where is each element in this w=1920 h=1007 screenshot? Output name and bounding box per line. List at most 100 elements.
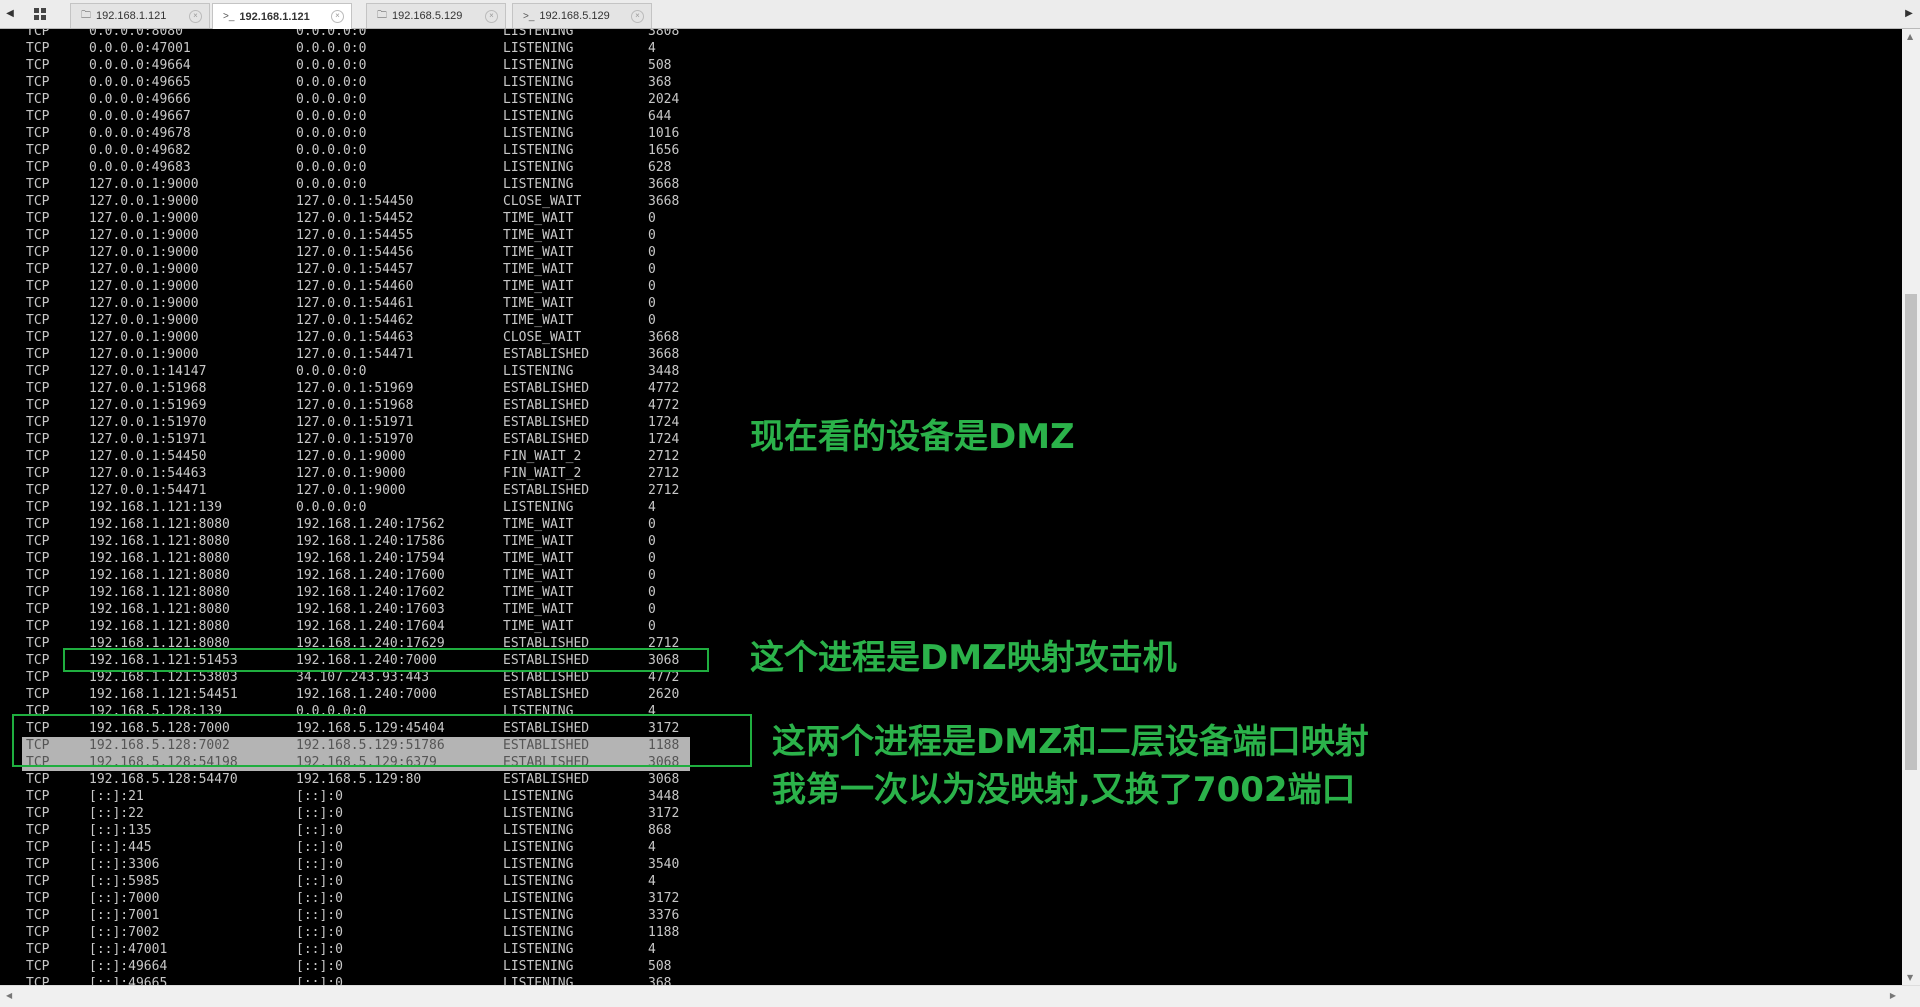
terminal-output[interactable]: TCP 0.0.0.0:8080 0.0.0.0:0 LISTENING 3808 TCP… (0, 29, 1902, 985)
proto-cell: TCP (26, 228, 50, 243)
foreign-address-cell: [::]:0 (296, 908, 343, 923)
proto-cell: TCP (26, 670, 50, 685)
vertical-scrollbar[interactable]: ▲ ▼ (1902, 29, 1920, 985)
proto-cell: TCP (26, 687, 50, 702)
state-cell: LISTENING (503, 500, 574, 515)
state-cell: TIME_WAIT (503, 619, 574, 634)
pid-cell: 4772 (648, 381, 680, 396)
state-cell: ESTABLISHED (503, 483, 590, 498)
foreign-address-cell: [::]:0 (296, 806, 343, 821)
close-icon[interactable]: × (331, 10, 344, 23)
scroll-left-icon[interactable]: ◀ (6, 991, 12, 1000)
scroll-tabs-left-icon[interactable]: ◀ (3, 6, 17, 22)
proto-cell: TCP (26, 891, 50, 906)
state-cell: LISTENING (503, 143, 574, 158)
foreign-address-cell: 127.0.0.1:54456 (296, 245, 414, 260)
local-address-cell: 127.0.0.1:51969 (89, 398, 207, 413)
foreign-address-cell: 192.168.1.240:17562 (296, 517, 445, 532)
foreign-address-cell: 127.0.0.1:51971 (296, 415, 414, 430)
local-address-cell: 127.0.0.1:9000 (89, 262, 199, 277)
proto-cell: TCP (26, 398, 50, 413)
pid-cell: 3668 (648, 194, 680, 209)
proto-cell: TCP (26, 823, 50, 838)
close-icon[interactable]: × (631, 10, 644, 23)
tab-overview-button[interactable] (20, 3, 60, 25)
proto-cell: TCP (26, 517, 50, 532)
scroll-down-icon[interactable]: ▼ (1907, 973, 1913, 982)
pid-cell: 1656 (648, 143, 680, 158)
proto-cell: TCP (26, 449, 50, 464)
foreign-address-cell: [::]:0 (296, 823, 343, 838)
local-address-cell: [::]:49665 (89, 976, 168, 985)
folder-icon: 🗀 (81, 9, 91, 21)
foreign-address-cell: 192.168.1.240:7000 (296, 687, 437, 702)
foreign-address-cell: 192.168.1.240:17586 (296, 534, 445, 549)
local-address-cell: 127.0.0.1:54471 (89, 483, 207, 498)
state-cell: TIME_WAIT (503, 262, 574, 277)
foreign-address-cell: [::]:0 (296, 789, 343, 804)
proto-cell: TCP (26, 245, 50, 260)
local-address-cell: [::]:22 (89, 806, 144, 821)
highlight-box-port-mapping (12, 714, 752, 767)
pid-cell: 4772 (648, 398, 680, 413)
tab-192-168-1-121-terminal[interactable]: >_ 192.168.1.121 × (212, 3, 352, 29)
local-address-cell: 127.0.0.1:9000 (89, 177, 199, 192)
horizontal-scrollbar[interactable]: ◀ ▶ (0, 985, 1920, 1007)
proto-cell: TCP (26, 653, 50, 668)
proto-cell: TCP (26, 313, 50, 328)
foreign-address-cell: 127.0.0.1:54463 (296, 330, 414, 345)
local-address-cell: 0.0.0.0:49664 (89, 58, 191, 73)
foreign-address-cell: 0.0.0.0:0 (296, 29, 367, 39)
local-address-cell: [::]:21 (89, 789, 144, 804)
proto-cell: TCP (26, 483, 50, 498)
state-cell: TIME_WAIT (503, 585, 574, 600)
proto-cell: TCP (26, 160, 50, 175)
pid-cell: 3540 (648, 857, 680, 872)
scroll-up-icon[interactable]: ▲ (1907, 32, 1913, 41)
scroll-tabs-right-icon[interactable]: ▶ (1902, 6, 1916, 22)
tab-192-168-5-129-terminal[interactable]: >_ 192.168.5.129 × (512, 3, 652, 28)
local-address-cell: 192.168.1.121:8080 (89, 585, 230, 600)
state-cell: TIME_WAIT (503, 602, 574, 617)
foreign-address-cell: [::]:0 (296, 891, 343, 906)
proto-cell: TCP (26, 29, 50, 39)
proto-cell: TCP (26, 857, 50, 872)
tab-192-168-1-121-files[interactable]: 🗀 192.168.1.121 × (70, 3, 210, 28)
tab-192-168-5-129-files[interactable]: 🗀 192.168.5.129 × (366, 3, 506, 28)
foreign-address-cell: 127.0.0.1:54460 (296, 279, 414, 294)
close-icon[interactable]: × (485, 10, 498, 23)
pid-cell: 0 (648, 534, 656, 549)
state-cell: LISTENING (503, 874, 574, 889)
local-address-cell: 0.0.0.0:49682 (89, 143, 191, 158)
proto-cell: TCP (26, 75, 50, 90)
tab-label: 192.168.1.121 (96, 10, 167, 22)
proto-cell: TCP (26, 500, 50, 515)
pid-cell: 4 (648, 41, 656, 56)
state-cell: LISTENING (503, 75, 574, 90)
pid-cell: 3668 (648, 347, 680, 362)
proto-cell: TCP (26, 908, 50, 923)
scrollbar-thumb[interactable] (1905, 294, 1917, 770)
scroll-right-icon[interactable]: ▶ (1890, 991, 1896, 1000)
foreign-address-cell: 127.0.0.1:54471 (296, 347, 414, 362)
state-cell: LISTENING (503, 41, 574, 56)
proto-cell: TCP (26, 466, 50, 481)
proto-cell: TCP (26, 262, 50, 277)
local-address-cell: 192.168.1.121:139 (89, 500, 223, 515)
state-cell: TIME_WAIT (503, 228, 574, 243)
close-icon[interactable]: × (189, 10, 202, 23)
local-address-cell: [::]:7001 (89, 908, 160, 923)
pid-cell: 1724 (648, 432, 680, 447)
state-cell: FIN_WAIT_2 (503, 466, 582, 481)
foreign-address-cell: 127.0.0.1:54455 (296, 228, 414, 243)
foreign-address-cell: [::]:0 (296, 959, 343, 974)
proto-cell: TCP (26, 806, 50, 821)
foreign-address-cell: 0.0.0.0:0 (296, 500, 367, 515)
annotation-dmz-attacker: 这个进程是DMZ映射攻击机 (750, 638, 1177, 678)
foreign-address-cell: 127.0.0.1:9000 (296, 466, 406, 481)
foreign-address-cell: 127.0.0.1:54457 (296, 262, 414, 277)
local-address-cell: 0.0.0.0:8080 (89, 29, 183, 39)
local-address-cell: 127.0.0.1:9000 (89, 245, 199, 260)
state-cell: LISTENING (503, 806, 574, 821)
proto-cell: TCP (26, 279, 50, 294)
